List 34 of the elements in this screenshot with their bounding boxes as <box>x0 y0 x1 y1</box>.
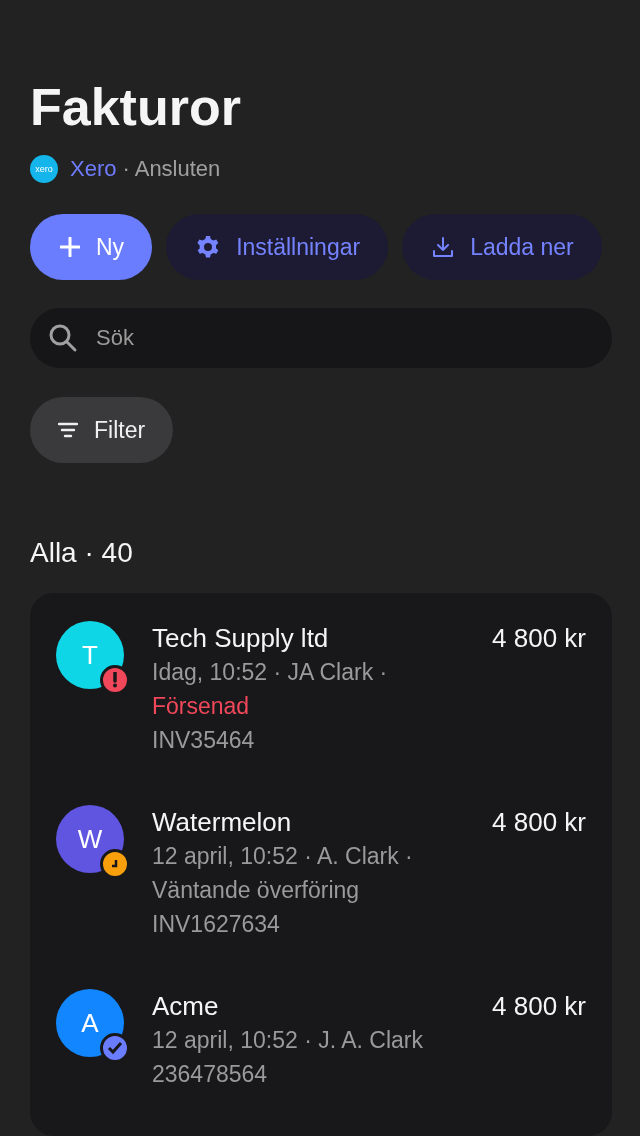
settings-icon <box>196 235 221 259</box>
settings-button[interactable]: Inställningar <box>166 214 389 280</box>
exclamation-icon <box>112 672 118 688</box>
customer-name: Watermelon <box>152 806 292 839</box>
invoice-meta: 12 april, 10:52 · A. Clark · <box>152 842 414 871</box>
avatar: A <box>56 989 124 1057</box>
search-field[interactable]: Sök <box>30 308 612 368</box>
section-title: Alla · 40 <box>30 536 134 570</box>
invoice-status: Väntande överföring <box>152 876 361 905</box>
filter-button[interactable]: Filter <box>30 397 174 463</box>
invoice-amount: 4 800 kr <box>492 990 586 1023</box>
invoice-reference: 236478564 <box>152 1060 269 1089</box>
avatar: W <box>56 805 124 873</box>
download-button[interactable]: Ladda ner <box>402 214 602 280</box>
invoice-amount: 4 800 kr <box>492 806 586 839</box>
invoice-status: Försenad <box>152 692 251 721</box>
check-icon <box>107 1041 123 1055</box>
new-button[interactable]: Ny <box>30 214 153 280</box>
connection-status: · Ansluten <box>122 156 221 182</box>
customer-name: Acme <box>152 990 219 1023</box>
xero-logo: xero <box>30 155 58 183</box>
invoice-reference: INV1627634 <box>152 910 281 939</box>
service-name: Xero <box>70 156 117 182</box>
download-icon <box>432 236 455 258</box>
page-title: Fakturor <box>30 77 242 138</box>
invoice-amount: 4 800 kr <box>492 622 586 655</box>
plus-icon <box>60 237 80 257</box>
customer-name: Tech Supply ltd <box>152 622 329 655</box>
invoice-meta: 12 april, 10:52 · J. A. Clark <box>152 1026 424 1055</box>
filter-icon <box>58 422 78 438</box>
avatar: T <box>56 621 124 689</box>
invoice-meta: Idag, 10:52 · JA Clark · <box>152 658 389 687</box>
invoice-reference: INV35464 <box>152 726 256 755</box>
search-icon <box>48 323 78 353</box>
